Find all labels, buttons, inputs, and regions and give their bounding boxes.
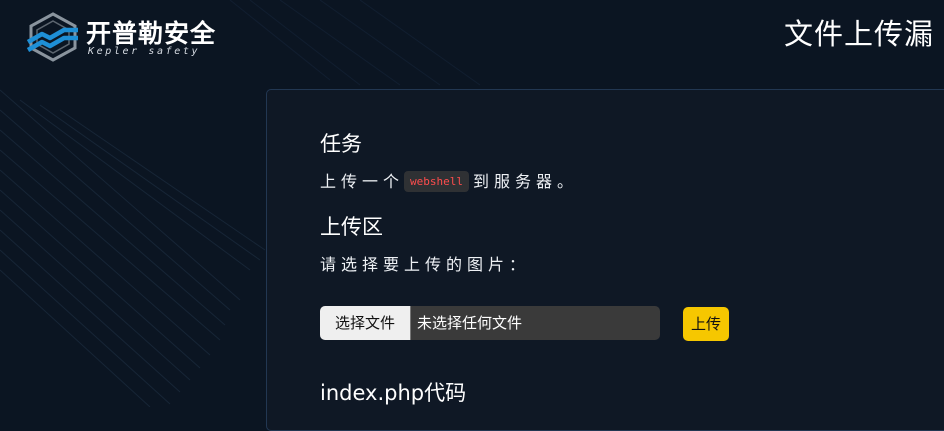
task-text-before: 上传一个 [320,172,405,191]
brand-name-en: Kepler safety [88,46,201,57]
code-section-heading: index.php代码 [320,381,467,405]
upload-button[interactable]: 上传 [683,307,729,341]
webshell-code: webshell [404,171,469,192]
upload-instruction: 请选择要上传的图片： [320,255,531,274]
content-panel: 任务 上传一个 webshell 到服务器。 上传区 请选择要上传的图片： 选择文件… [266,89,944,431]
page-title: 文件上传漏 [784,17,935,51]
brand-name-cn: 开普勒安全 [86,19,217,48]
file-status-text: 未选择任何文件 [417,314,523,332]
task-heading: 任务 [320,132,362,156]
brand-logo[interactable]: 开普勒安全 Kepler safety [26,12,226,62]
choose-file-button[interactable]: 选择文件 [320,306,411,340]
task-text-after: 到服务器。 [473,172,579,191]
upload-heading: 上传区 [320,215,383,239]
kepler-logo-icon [26,12,78,62]
file-input[interactable]: 选择文件 未选择任何文件 [320,306,660,340]
task-description: 上传一个 webshell 到服务器。 [320,168,578,192]
